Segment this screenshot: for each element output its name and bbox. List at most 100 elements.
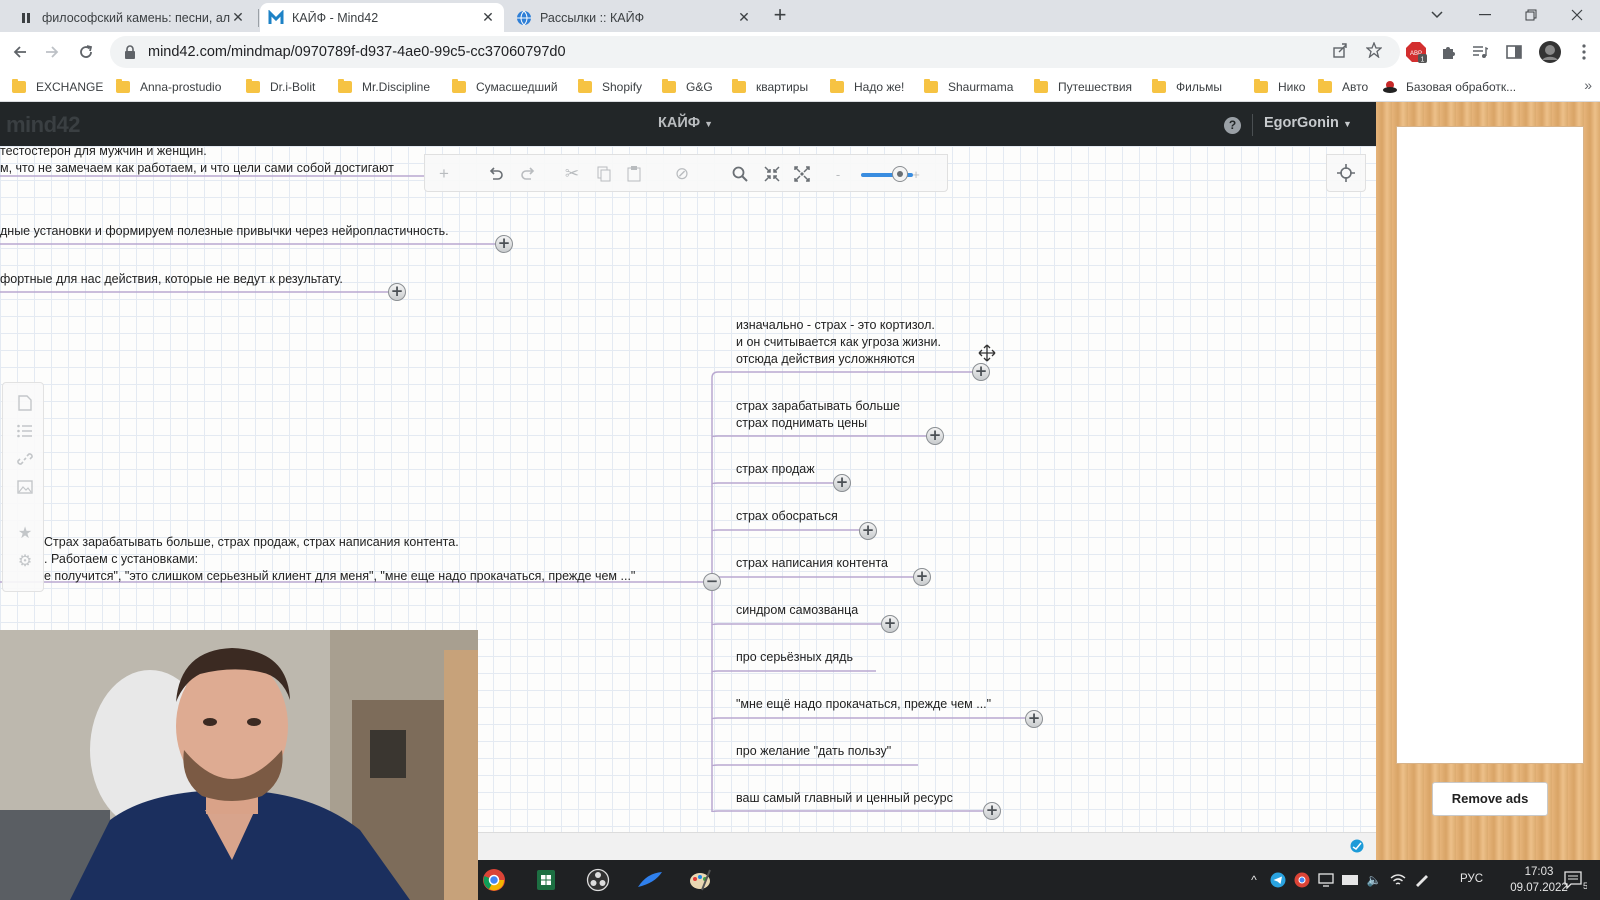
expand-node-button[interactable]: + (972, 363, 990, 381)
mindmap-node[interactable]: страх обосраться (736, 508, 838, 525)
media-control-icon[interactable] (1468, 40, 1492, 64)
center-map-button[interactable] (1326, 154, 1366, 192)
tray-chevron-up-icon[interactable]: ^ (1246, 872, 1262, 888)
mindmap-node[interactable]: Страх зарабатывать больше, страх продаж,… (44, 534, 635, 585)
paint-taskbar-icon[interactable] (686, 866, 714, 894)
expand-node-button[interactable]: + (859, 522, 877, 540)
bookmark-films[interactable]: Фильмы (1152, 77, 1222, 97)
lock-icon[interactable] (120, 42, 140, 62)
input-language[interactable]: РУС (1460, 873, 1483, 885)
bookmark-niko[interactable]: Нико (1254, 77, 1305, 97)
feather-taskbar-icon[interactable] (636, 866, 664, 894)
tab-music[interactable]: философский камень: песни, ал ✕ (10, 3, 254, 32)
expand-node-button[interactable]: + (913, 568, 931, 586)
profile-avatar[interactable] (1538, 40, 1562, 64)
minimize-button[interactable] (1462, 0, 1508, 30)
restore-button[interactable] (1508, 0, 1554, 30)
mind42-logo[interactable]: mind42 (6, 112, 81, 138)
cut-icon[interactable]: ✂ (561, 163, 583, 185)
telegram-tray-icon[interactable] (1270, 872, 1286, 888)
url-text[interactable]: mind42.com/mindmap/0970789f-d937-4ae0-99… (148, 44, 566, 60)
forward-button[interactable] (38, 38, 66, 66)
list-icon[interactable] (15, 421, 35, 441)
battery-tray-icon[interactable] (1342, 872, 1358, 888)
delete-icon[interactable]: ⊘ (671, 163, 693, 185)
mindmap-node[interactable]: страх зарабатывать больше страх поднимат… (736, 398, 900, 432)
display-tray-icon[interactable] (1318, 872, 1334, 888)
copy-icon[interactable] (593, 163, 615, 185)
address-bar[interactable]: mind42.com/mindmap/0970789f-d937-4ae0-99… (110, 36, 1400, 68)
expand-all-icon[interactable] (791, 163, 813, 185)
image-icon[interactable] (15, 477, 35, 497)
bookmark-nado-zhe[interactable]: Надо же! (830, 77, 904, 97)
wifi-tray-icon[interactable] (1390, 872, 1406, 888)
back-button[interactable] (6, 38, 34, 66)
close-icon[interactable]: ✕ (736, 9, 752, 26)
mindmap-node[interactable]: ваш самый главный и ценный ресурс (736, 790, 953, 807)
mindmap-node[interactable]: фортные для нас действия, которые не вед… (0, 271, 343, 288)
bookmarks-overflow-icon[interactable]: » (1584, 77, 1592, 93)
close-window-button[interactable] (1554, 0, 1600, 30)
system-clock[interactable]: 17:03 09.07.2022 (1508, 864, 1570, 896)
adblock-icon[interactable]: ABP 1 (1404, 40, 1428, 64)
bookmark-exchange[interactable]: EXCHANGE (12, 77, 103, 97)
expand-node-button[interactable]: + (983, 802, 1001, 820)
add-node-icon[interactable]: + (433, 163, 455, 185)
link-icon[interactable] (15, 449, 35, 469)
bookmark-shopify[interactable]: Shopify (578, 77, 642, 97)
redo-icon[interactable] (517, 163, 539, 185)
note-icon[interactable] (15, 393, 35, 413)
bookmark-dr-i-bolit[interactable]: Dr.i-Bolit (246, 77, 315, 97)
user-menu[interactable]: EgorGonin ▼ (1264, 115, 1352, 131)
side-panel-icon[interactable] (1502, 40, 1526, 64)
notifications-icon[interactable]: 5 (1563, 870, 1587, 890)
mindmap-node[interactable]: синдром самозванца (736, 602, 858, 619)
mindmap-node[interactable]: страх продаж (736, 461, 815, 478)
mindmap-node[interactable]: про желание "дать пользу" (736, 743, 891, 760)
zoom-out-icon[interactable]: - (827, 163, 849, 185)
browser-menu-icon[interactable] (1572, 40, 1596, 64)
mindmap-node[interactable]: тестостерон для мужчин и женщин. м, что … (0, 146, 394, 177)
bookmark-auto[interactable]: Авто (1318, 77, 1368, 97)
mindmap-node[interactable]: дные установки и формируем полезные прив… (0, 223, 449, 240)
bookmark-travel[interactable]: Путешествия (1034, 77, 1132, 97)
reload-button[interactable] (72, 38, 100, 66)
mindmap-node[interactable]: "мне ещё надо прокачаться, прежде чем ..… (736, 696, 991, 713)
undo-icon[interactable] (485, 163, 507, 185)
expand-node-button[interactable]: + (388, 283, 406, 301)
bookmark-anna-prostudio[interactable]: Anna-prostudio (116, 77, 221, 97)
bookmark-basic-processing[interactable]: Базовая обработк... (1382, 77, 1516, 97)
chrome-tray-icon[interactable] (1294, 872, 1310, 888)
expand-node-button[interactable]: + (495, 235, 513, 253)
bookmark-crazy[interactable]: Сумасшедший (452, 77, 558, 97)
pen-tray-icon[interactable] (1414, 872, 1430, 888)
tab-mind42[interactable]: КАЙФ - Mind42 ✕ (260, 3, 504, 32)
new-tab-button[interactable]: + (768, 4, 792, 28)
mindmap-node[interactable]: страх написания контента (736, 555, 888, 572)
tab-search-chevron-icon[interactable] (1414, 0, 1460, 30)
tab-mailings[interactable]: Рассылки :: КАЙФ ✕ (508, 3, 760, 32)
bookmark-star-icon[interactable] (1364, 40, 1384, 60)
chrome-taskbar-icon[interactable] (480, 866, 508, 894)
obs-taskbar-icon[interactable] (584, 866, 612, 894)
expand-node-button[interactable]: + (926, 427, 944, 445)
extensions-puzzle-icon[interactable] (1436, 40, 1460, 64)
settings-icon[interactable]: ⚙ (15, 551, 35, 571)
bookmark-mr-discipline[interactable]: Mr.Discipline (338, 77, 430, 97)
remove-ads-button[interactable]: Remove ads (1432, 782, 1548, 816)
zoom-in-icon[interactable]: + (905, 163, 927, 185)
share-icon[interactable] (1330, 40, 1350, 60)
sheets-taskbar-icon[interactable] (532, 866, 560, 894)
paste-icon[interactable] (623, 163, 645, 185)
expand-node-button[interactable]: + (1025, 710, 1043, 728)
close-icon[interactable]: ✕ (230, 9, 246, 26)
mindmap-node[interactable]: про серьёзных дядь (736, 649, 853, 666)
bookmark-g-and-g[interactable]: G&G (662, 77, 713, 97)
map-name-menu[interactable]: КАЙФ ▼ (658, 115, 713, 131)
expand-node-button[interactable]: + (881, 615, 899, 633)
help-icon[interactable]: ? (1224, 117, 1241, 134)
bookmark-shaurmama[interactable]: Shaurmama (924, 77, 1013, 97)
collapse-all-icon[interactable] (761, 163, 783, 185)
bookmark-apartments[interactable]: квартиры (732, 77, 808, 97)
star-icon[interactable]: ★ (15, 523, 35, 543)
